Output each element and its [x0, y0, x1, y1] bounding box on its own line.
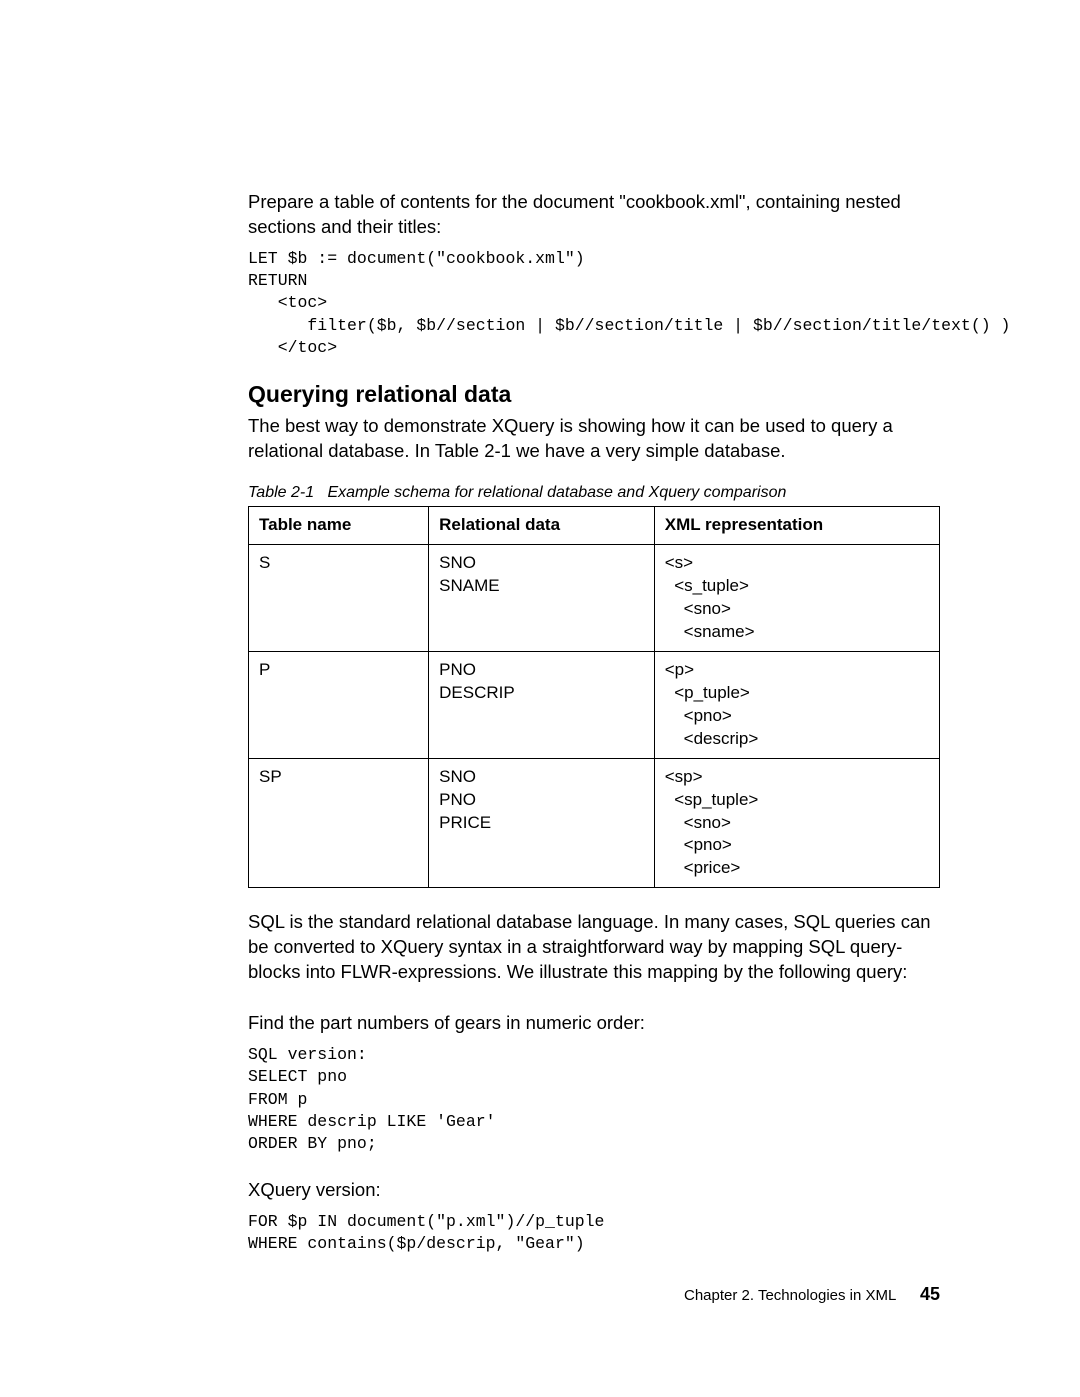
- table-header-cell: Table name: [249, 507, 429, 545]
- section-intro-paragraph: The best way to demonstrate XQuery is sh…: [248, 414, 940, 464]
- footer-page-number: 45: [920, 1284, 940, 1304]
- section-heading: Querying relational data: [248, 381, 940, 408]
- table-cell-xml: <p> <p_tuple> <pno> <descrip>: [654, 651, 939, 758]
- intro-code-block: LET $b := document("cookbook.xml") RETUR…: [248, 248, 940, 359]
- table-row: S SNO SNAME <s> <s_tuple> <sno> <sname>: [249, 545, 940, 652]
- post-table-paragraph-2: Find the part numbers of gears in numeri…: [248, 1011, 940, 1036]
- table-cell-rel: PNO DESCRIP: [429, 651, 655, 758]
- table-caption: Table 2-1 Example schema for relational …: [248, 484, 940, 502]
- table-cell-name: SP: [249, 758, 429, 888]
- sql-code-block: SQL version: SELECT pno FROM p WHERE des…: [248, 1044, 940, 1155]
- table-cell-xml: <s> <s_tuple> <sno> <sname>: [654, 545, 939, 652]
- page: Prepare a table of contents for the docu…: [0, 0, 1080, 1397]
- xquery-code-block: FOR $p IN document("p.xml")//p_tuple WHE…: [248, 1211, 940, 1256]
- table-cell-rel: SNO PNO PRICE: [429, 758, 655, 888]
- footer-chapter: Chapter 2. Technologies in XML: [684, 1287, 896, 1304]
- intro-paragraph: Prepare a table of contents for the docu…: [248, 190, 940, 240]
- table-cell-name: P: [249, 651, 429, 758]
- schema-table: Table name Relational data XML represent…: [248, 506, 940, 888]
- table-header-cell: Relational data: [429, 507, 655, 545]
- table-cell-xml: <sp> <sp_tuple> <sno> <pno> <price>: [654, 758, 939, 888]
- xquery-version-label: XQuery version:: [248, 1178, 940, 1203]
- page-footer: Chapter 2. Technologies in XML 45: [684, 1284, 940, 1305]
- table-row: SP SNO PNO PRICE <sp> <sp_tuple> <sno> <…: [249, 758, 940, 888]
- table-row: P PNO DESCRIP <p> <p_tuple> <pno> <descr…: [249, 651, 940, 758]
- table-header-row: Table name Relational data XML represent…: [249, 507, 940, 545]
- post-table-paragraph-1: SQL is the standard relational database …: [248, 910, 940, 985]
- table-cell-rel: SNO SNAME: [429, 545, 655, 652]
- table-header-cell: XML representation: [654, 507, 939, 545]
- table-cell-name: S: [249, 545, 429, 652]
